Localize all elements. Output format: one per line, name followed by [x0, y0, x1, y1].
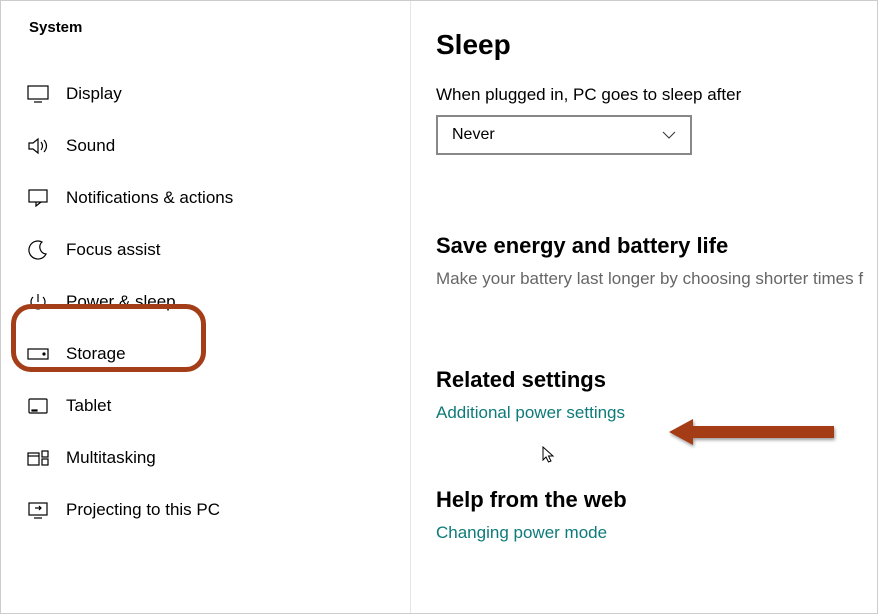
changing-power-mode-link[interactable]: Changing power mode — [436, 523, 607, 543]
related-settings-heading: Related settings — [436, 367, 877, 393]
sidebar-item-storage[interactable]: Storage — [1, 328, 410, 380]
sidebar-item-label: Notifications & actions — [66, 188, 233, 208]
plugged-in-label: When plugged in, PC goes to sleep after — [436, 85, 877, 105]
main-content: Sleep When plugged in, PC goes to sleep … — [411, 1, 877, 613]
sidebar-item-multitasking[interactable]: Multitasking — [1, 432, 410, 484]
sidebar-item-label: Multitasking — [66, 448, 156, 468]
sidebar-item-label: Storage — [66, 344, 126, 364]
save-energy-heading: Save energy and battery life — [436, 233, 877, 259]
notifications-icon — [26, 186, 50, 210]
tablet-icon — [26, 394, 50, 418]
sidebar-title: System — [1, 19, 410, 68]
dropdown-value: Never — [452, 126, 495, 144]
sidebar-item-display[interactable]: Display — [1, 68, 410, 120]
sidebar-item-label: Projecting to this PC — [66, 500, 220, 520]
chevron-down-icon — [662, 131, 676, 139]
multitasking-icon — [26, 446, 50, 470]
sound-icon — [26, 134, 50, 158]
sidebar-item-tablet[interactable]: Tablet — [1, 380, 410, 432]
sidebar-item-power-sleep[interactable]: Power & sleep — [1, 276, 410, 328]
storage-icon — [26, 342, 50, 366]
sidebar: System Display Sound — [1, 1, 411, 613]
sidebar-item-label: Power & sleep — [66, 292, 176, 312]
sidebar-item-sound[interactable]: Sound — [1, 120, 410, 172]
display-icon — [26, 82, 50, 106]
sidebar-item-label: Tablet — [66, 396, 111, 416]
sidebar-item-label: Sound — [66, 136, 115, 156]
sidebar-item-focus-assist[interactable]: Focus assist — [1, 224, 410, 276]
sidebar-item-projecting[interactable]: Projecting to this PC — [1, 484, 410, 536]
sleep-dropdown[interactable]: Never — [436, 115, 692, 155]
projecting-icon — [26, 498, 50, 522]
additional-power-settings-link[interactable]: Additional power settings — [436, 403, 625, 423]
sidebar-item-label: Focus assist — [66, 240, 160, 260]
sidebar-item-label: Display — [66, 84, 122, 104]
sidebar-item-notifications[interactable]: Notifications & actions — [1, 172, 410, 224]
save-energy-desc: Make your battery last longer by choosin… — [436, 269, 877, 289]
sleep-heading: Sleep — [436, 29, 877, 61]
power-icon — [26, 290, 50, 314]
moon-icon — [26, 238, 50, 262]
help-heading: Help from the web — [436, 487, 877, 513]
